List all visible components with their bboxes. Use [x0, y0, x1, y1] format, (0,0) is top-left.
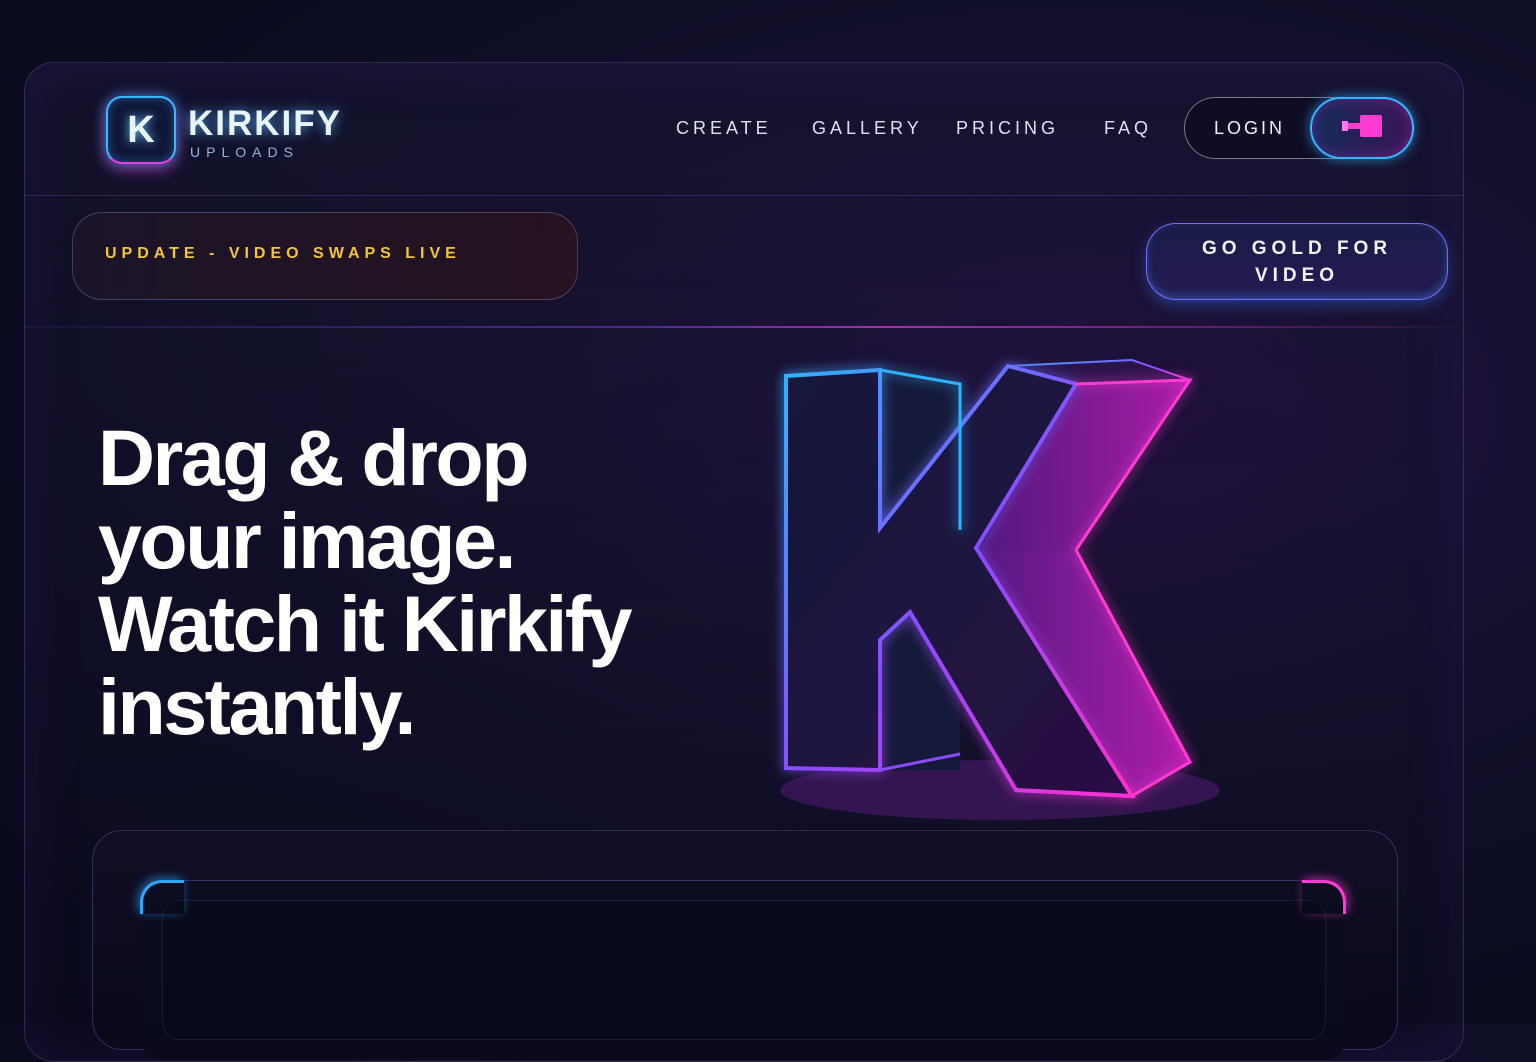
nav-faq[interactable]: FAQ: [1104, 118, 1152, 139]
hero-heading: Drag & drop your image. Watch it Kirkify…: [98, 416, 738, 748]
nav-pricing[interactable]: PRICING: [956, 118, 1059, 139]
dropzone-area[interactable]: [162, 900, 1326, 1040]
hero-line: your image.: [98, 496, 516, 585]
go-gold-label: GO GOLD FOR VIDEO: [1201, 237, 1393, 286]
hero-line: Drag & drop: [98, 413, 529, 502]
login-label[interactable]: LOGIN: [1214, 118, 1285, 139]
dropzone-corner-left: [140, 880, 184, 914]
hero-line: Watch it Kirkify: [98, 579, 633, 668]
brand-title[interactable]: KIRKIFY: [188, 104, 342, 144]
brand-subtitle: UPLOADS: [190, 144, 299, 160]
nav-gallery[interactable]: GALLERY: [812, 118, 923, 139]
logo-icon[interactable]: K: [106, 96, 176, 164]
update-text: UPDATE - VIDEO SWAPS LIVE: [105, 245, 461, 262]
section-divider: [24, 326, 1464, 328]
login-arrow-icon: [1342, 115, 1382, 137]
go-gold-button[interactable]: GO GOLD FOR VIDEO: [1146, 223, 1448, 300]
neon-k-letter-icon: [780, 358, 1220, 820]
hero-line: instantly.: [98, 662, 416, 751]
logo-letter: K: [127, 108, 155, 151]
nav-create[interactable]: CREATE: [676, 118, 772, 139]
